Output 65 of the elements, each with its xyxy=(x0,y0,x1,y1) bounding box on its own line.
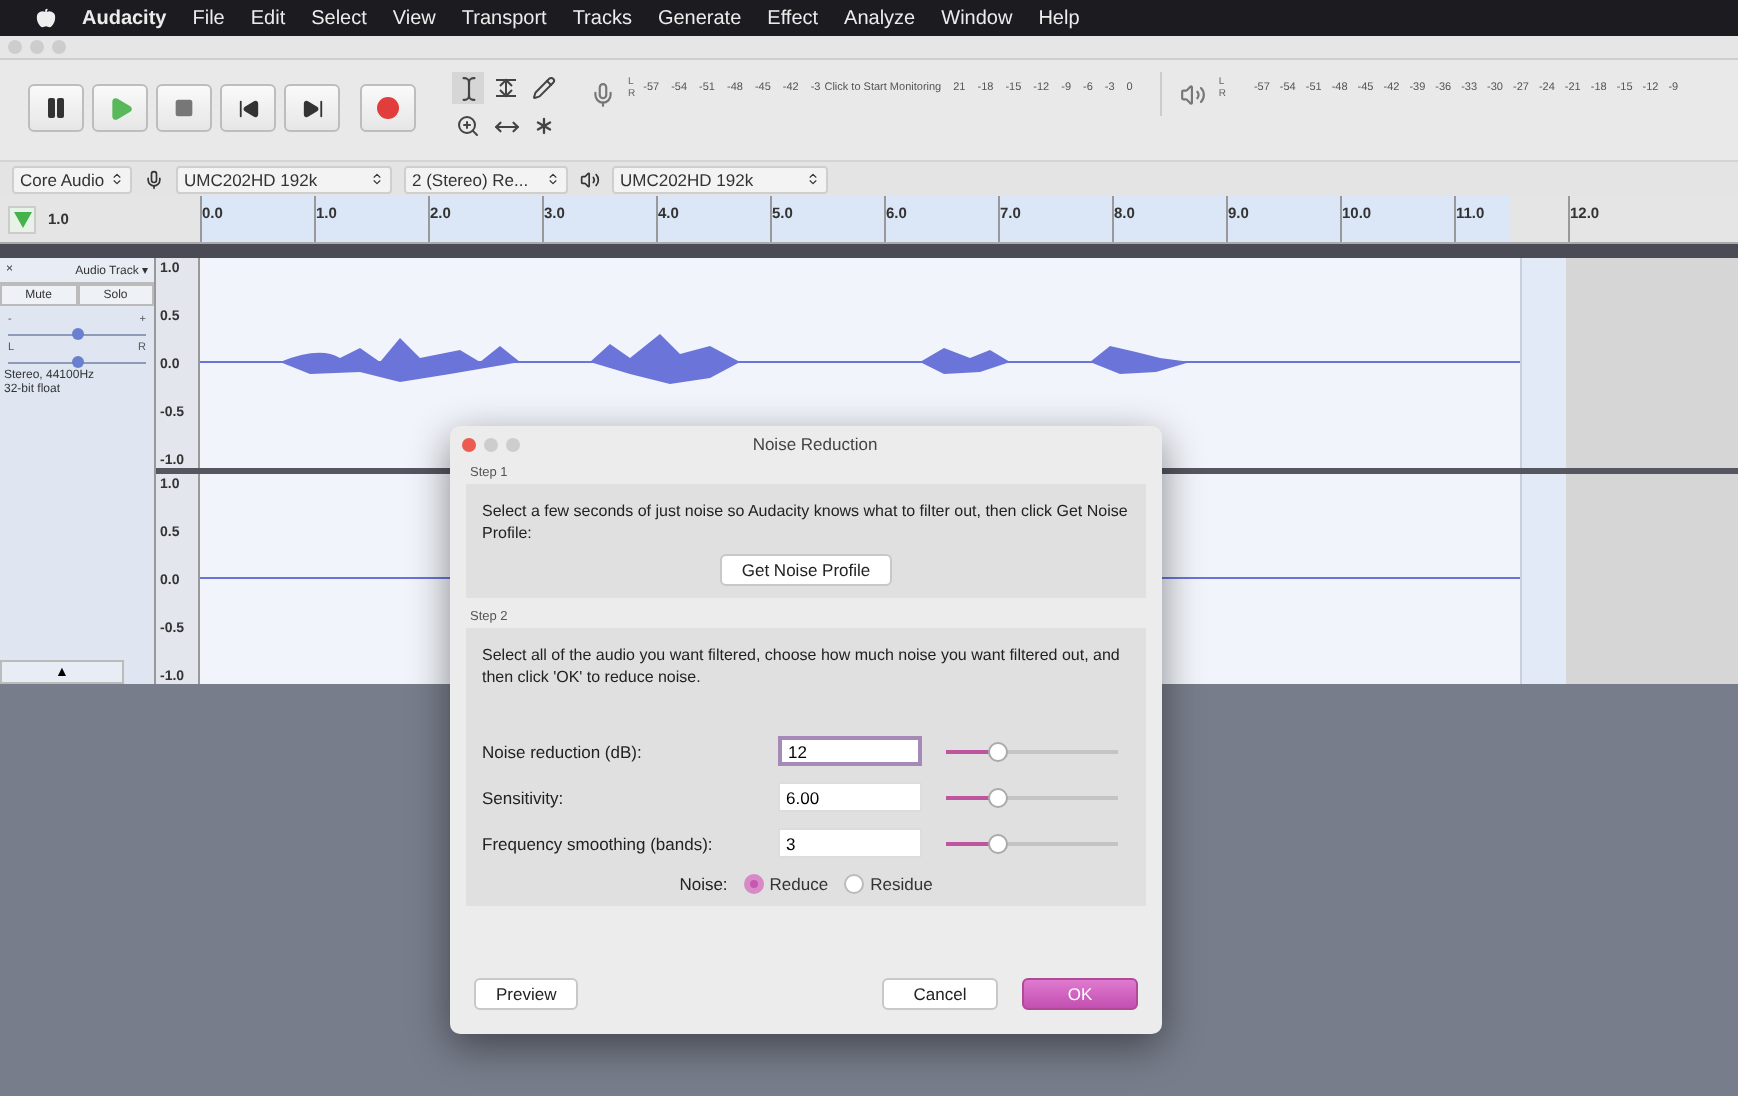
cancel-button[interactable]: Cancel xyxy=(882,978,998,1010)
stop-icon xyxy=(174,98,194,118)
selection-tool[interactable] xyxy=(452,72,484,104)
input-field[interactable]: 3 xyxy=(778,828,922,858)
record-button[interactable] xyxy=(360,84,416,132)
field-label: Frequency smoothing (bands): xyxy=(482,833,715,853)
stepper-icon xyxy=(110,172,124,186)
skip-to-end-button[interactable] xyxy=(284,84,340,132)
menu-item[interactable]: Tracks xyxy=(572,7,632,29)
menu-item[interactable]: Generate xyxy=(657,7,742,29)
play-icon xyxy=(107,95,133,121)
input-device-select[interactable]: UMC202HD 192k xyxy=(176,165,392,193)
skip-to-start-button[interactable] xyxy=(220,84,276,132)
skip-back-icon xyxy=(237,97,259,119)
instructions: Select a few seconds of just noise so Audacity knows what to filter out, then click Get Noise Profile: xyxy=(482,500,1130,544)
field-label: Noise reduction (dB): xyxy=(482,741,644,761)
stepper-icon xyxy=(806,172,820,186)
menu-item[interactable]: Effect xyxy=(767,7,819,29)
gain-slider[interactable] xyxy=(8,328,146,340)
envelope-tool-icon xyxy=(494,76,518,100)
menu-item[interactable]: Analyze xyxy=(844,7,916,29)
apple-icon xyxy=(36,8,56,28)
menu-item[interactable]: File xyxy=(192,7,225,29)
stepper-icon xyxy=(546,172,560,186)
pause-button[interactable] xyxy=(28,84,84,132)
menu-item[interactable]: View xyxy=(392,7,436,29)
speaker-icon xyxy=(1179,81,1206,107)
radio-button[interactable]: Residue xyxy=(844,874,933,894)
get-noise-profile-button[interactable]: Get Noise Profile xyxy=(719,554,893,586)
slider[interactable] xyxy=(946,787,1118,807)
skip-forward-icon xyxy=(301,97,323,119)
menu-item[interactable]: Select xyxy=(311,7,367,29)
stepper-icon xyxy=(370,172,384,186)
dialog-title: Noise Reduction xyxy=(750,434,880,454)
record-icon xyxy=(376,96,400,120)
menu-item[interactable]: Edit xyxy=(250,7,286,29)
menu-item[interactable]: Window xyxy=(941,7,1013,29)
radio-group-label: Noise: xyxy=(679,874,728,894)
field-label: Sensitivity: xyxy=(482,787,566,807)
microphone-icon xyxy=(144,169,164,189)
input-field[interactable]: 6.00 xyxy=(778,782,922,812)
preview-button[interactable]: Preview xyxy=(474,978,579,1010)
host-select[interactable]: Core Audio xyxy=(12,165,132,193)
zoom-tool[interactable] xyxy=(452,110,484,142)
instructions: Select all of the audio you want filtered, choose how much noise you want filtered out, and then click 'OK' to reduce noise. xyxy=(482,644,1122,688)
menu-item[interactable]: Audacity xyxy=(82,7,167,29)
zoom-icon xyxy=(456,114,480,138)
stop-button[interactable] xyxy=(156,84,212,132)
output-device-select[interactable]: UMC202HD 192k xyxy=(612,165,828,193)
menu-item[interactable]: Transport xyxy=(461,7,547,29)
microphone-icon xyxy=(589,81,615,107)
play-head-button[interactable] xyxy=(8,205,36,233)
input-field[interactable]: 12 xyxy=(778,736,922,766)
triangle-icon xyxy=(13,211,31,227)
pencil-icon xyxy=(532,76,556,100)
close-window-button[interactable] xyxy=(462,437,476,451)
slider[interactable] xyxy=(946,741,1118,761)
speaker-icon xyxy=(580,169,600,189)
draw-tool[interactable] xyxy=(528,72,560,104)
slider[interactable] xyxy=(946,833,1118,853)
menu-item[interactable]: Help xyxy=(1038,7,1080,29)
channels-select[interactable]: 2 (Stereo) Re... xyxy=(404,165,568,193)
pan-slider[interactable] xyxy=(8,356,146,368)
radio-button[interactable]: Reduce xyxy=(743,874,829,894)
pause-icon xyxy=(44,96,68,120)
